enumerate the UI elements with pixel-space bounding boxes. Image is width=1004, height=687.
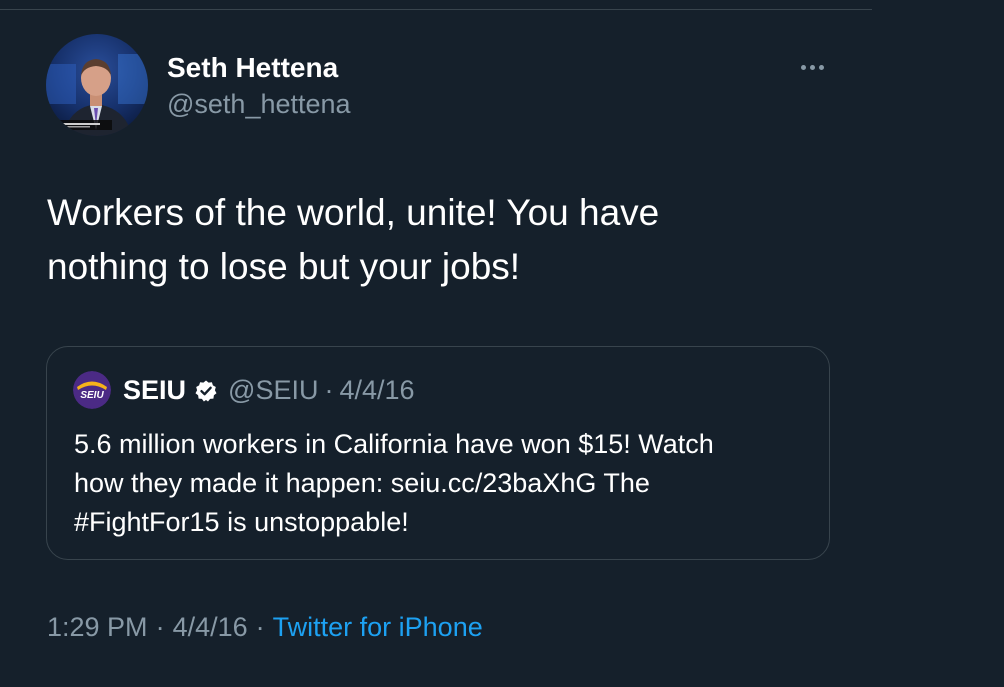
avatar-photo-icon <box>46 34 148 136</box>
quoted-tweet-text: 5.6 million workers in California have w… <box>74 429 714 537</box>
meta-separator: · <box>155 612 165 642</box>
meta-separator-2: · <box>255 612 265 642</box>
tweet-meta: 1:29 PM · 4/4/16 · Twitter for iPhone <box>47 612 483 643</box>
tweet-detail-view: Seth Hettena @seth_hettena Workers of th… <box>0 0 1004 687</box>
quoted-display-name[interactable]: SEIU <box>123 375 186 406</box>
seiu-logo-graphic: SEIU <box>73 371 111 409</box>
quoted-separator: · <box>324 375 334 405</box>
quoted-tweet-header: SEIU @SEIU · 4/4/16 <box>123 375 415 406</box>
more-horizontal-icon-dot <box>818 64 824 70</box>
quoted-date[interactable]: 4/4/16 <box>339 375 414 406</box>
tweet-time[interactable]: 1:29 PM <box>47 612 148 643</box>
tweet-date[interactable]: 4/4/16 <box>173 612 248 643</box>
author-avatar[interactable] <box>46 34 148 136</box>
seiu-logo-text: SEIU <box>80 390 104 401</box>
author-handle[interactable]: @seth_hettena <box>167 89 351 120</box>
tweet-text: Workers of the world, unite! You have no… <box>47 192 660 287</box>
right-margin <box>872 0 1004 687</box>
quoted-handle[interactable]: @SEIU <box>228 375 318 406</box>
quoted-tweet-card[interactable]: SEIU SEIU @SEIU · 4/4/16 5.6 million wor… <box>46 346 830 560</box>
verified-badge-icon <box>194 379 218 403</box>
seiu-logo-icon[interactable]: SEIU <box>73 371 111 409</box>
top-divider <box>0 9 872 10</box>
more-horizontal-icon-dot <box>809 64 815 70</box>
more-options-button[interactable] <box>792 55 832 79</box>
tweet-source-link[interactable]: Twitter for iPhone <box>273 612 483 643</box>
author-display-name[interactable]: Seth Hettena <box>167 52 338 84</box>
more-horizontal-icon <box>800 64 806 70</box>
